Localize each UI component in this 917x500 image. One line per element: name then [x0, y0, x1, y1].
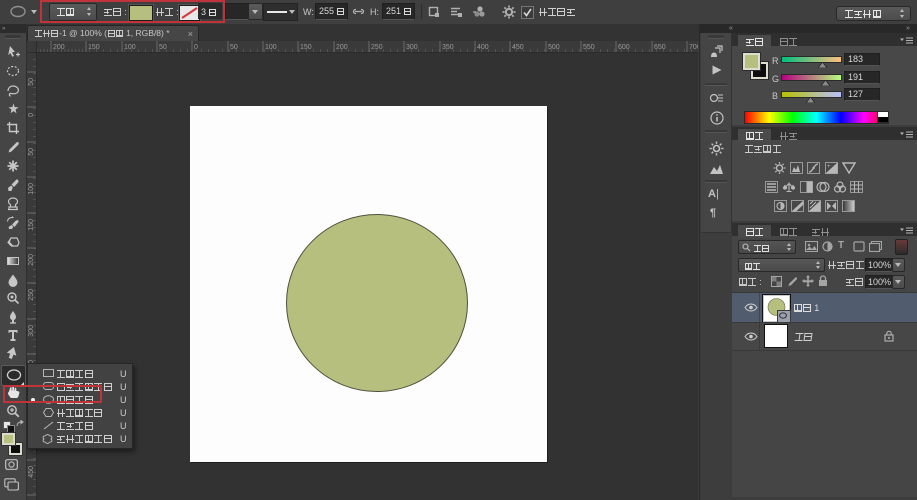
svg-text:100: 100 — [28, 183, 35, 195]
svg-text:250: 250 — [28, 289, 35, 301]
svg-text:250: 250 — [371, 44, 383, 51]
svg-text:50: 50 — [28, 78, 35, 86]
svg-text:600: 600 — [618, 44, 630, 51]
svg-text:200: 200 — [28, 254, 35, 266]
svg-text:500: 500 — [548, 44, 560, 51]
svg-text:100: 100 — [265, 44, 277, 51]
svg-text:300: 300 — [28, 325, 35, 337]
svg-text:150: 150 — [88, 44, 100, 51]
svg-text:450: 450 — [512, 44, 524, 51]
svg-text:150: 150 — [28, 219, 35, 231]
svg-text:450: 450 — [28, 466, 35, 478]
svg-text:0: 0 — [28, 113, 35, 117]
svg-text:300: 300 — [406, 44, 418, 51]
svg-text:200: 200 — [336, 44, 348, 51]
svg-text:200: 200 — [53, 44, 65, 51]
svg-text:50: 50 — [230, 44, 238, 51]
svg-text:+: + — [827, 164, 831, 170]
svg-text:700: 700 — [689, 44, 698, 51]
svg-text:100: 100 — [124, 44, 136, 51]
svg-text:650: 650 — [654, 44, 666, 51]
svg-text:150: 150 — [300, 44, 312, 51]
svg-text:400: 400 — [477, 44, 489, 51]
svg-text:0: 0 — [194, 44, 198, 51]
svg-text:50: 50 — [159, 44, 167, 51]
svg-text:550: 550 — [583, 44, 595, 51]
svg-text:50: 50 — [28, 148, 35, 156]
svg-text:350: 350 — [442, 44, 454, 51]
